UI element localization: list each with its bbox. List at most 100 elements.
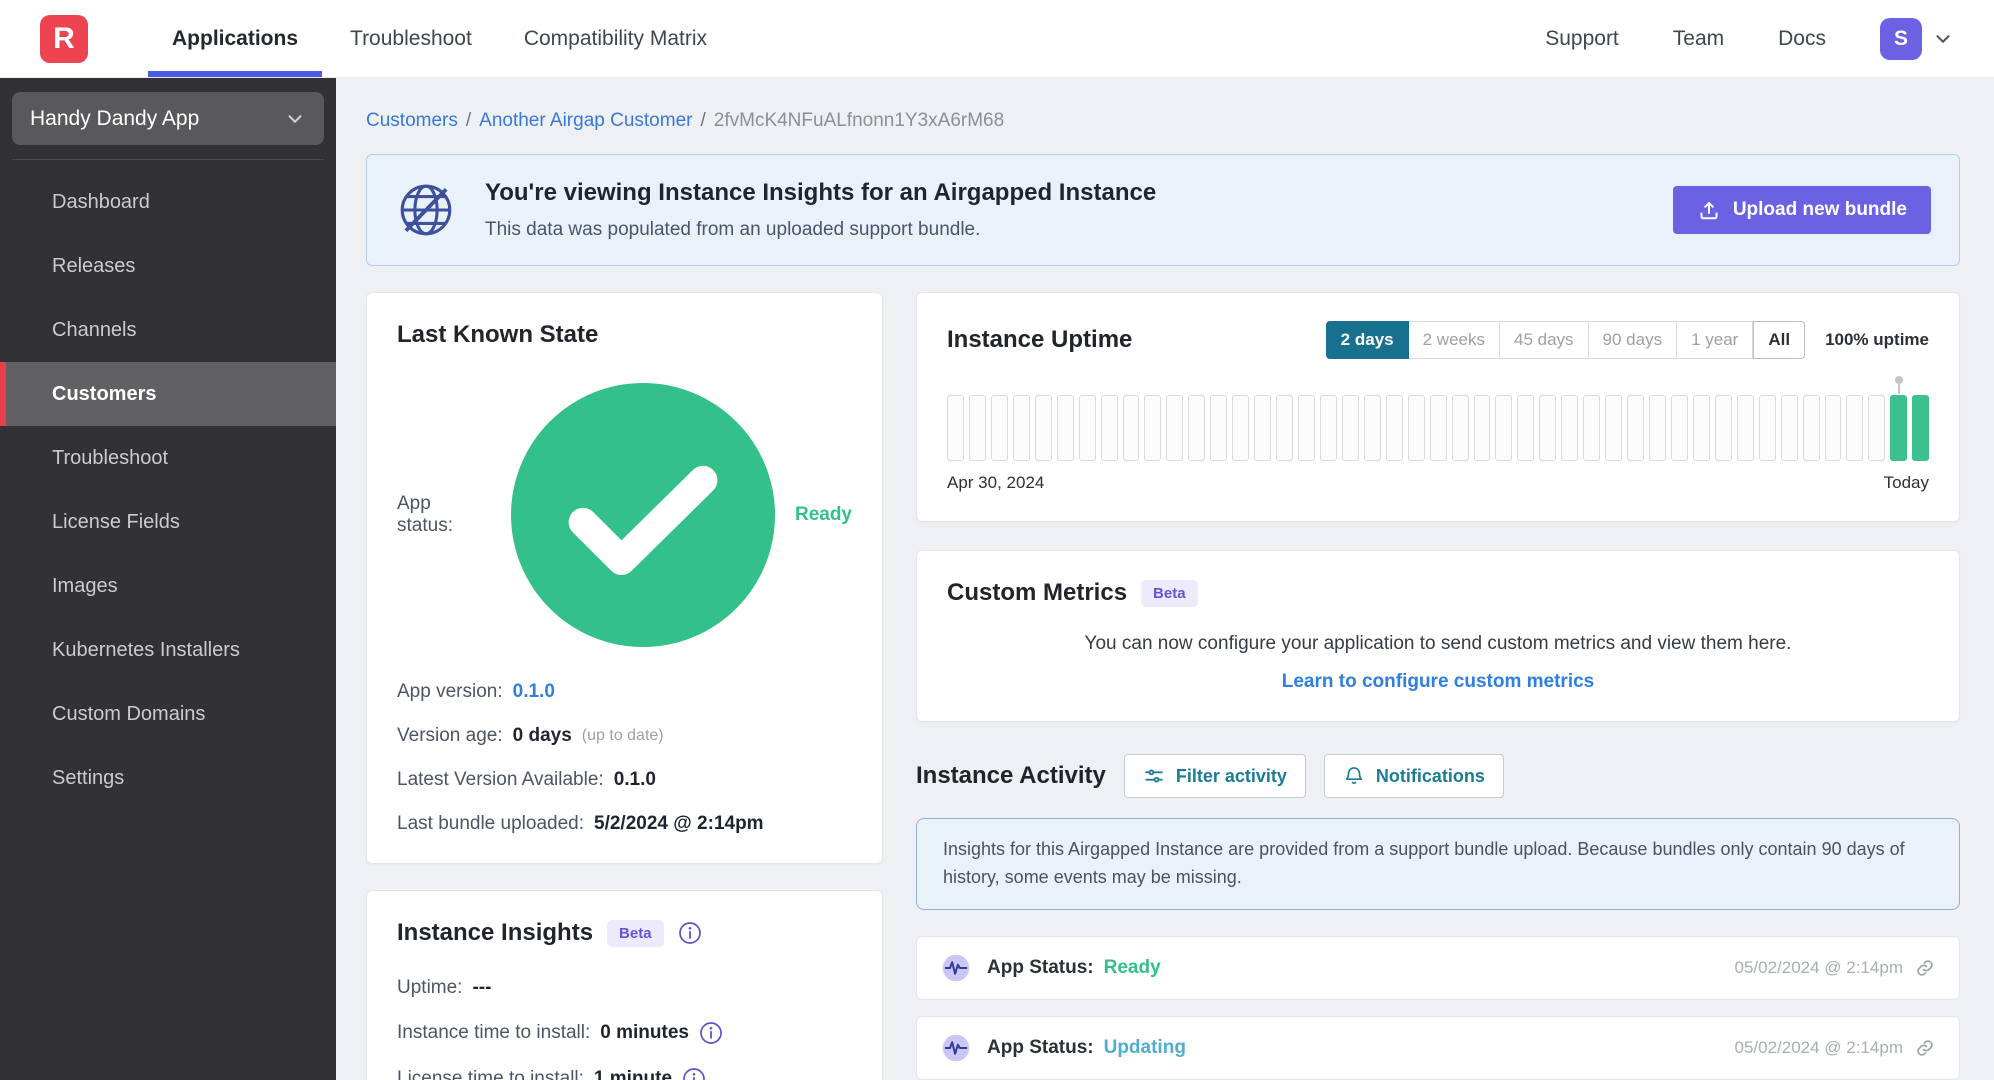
uptime-bar-empty[interactable]	[1824, 395, 1842, 461]
uptime-bar-empty[interactable]	[1868, 395, 1886, 461]
version-link[interactable]: 0.1.0	[513, 681, 555, 703]
uptime-bar-empty[interactable]	[1341, 395, 1359, 461]
uptime-bar-empty[interactable]	[1166, 395, 1184, 461]
sidebar-item-images[interactable]: Images	[0, 554, 336, 618]
notifications-button[interactable]: Notifications	[1323, 754, 1504, 798]
app-root: R Applications Troubleshoot Compatibility …	[0, 0, 1994, 1080]
kv-note: (up to date)	[581, 727, 664, 745]
uptime-bar-empty[interactable]	[1298, 395, 1315, 461]
uptime-bar-empty[interactable]	[1407, 395, 1425, 461]
tab-compatibility-matrix[interactable]: Compatibility Matrix	[498, 0, 733, 77]
uptime-bar-up[interactable]	[1890, 376, 1908, 461]
range-button-90-days[interactable]: 90 days	[1588, 321, 1678, 359]
range-button-2-weeks[interactable]: 2 weeks	[1408, 321, 1500, 359]
uptime-bar-empty[interactable]	[1780, 395, 1798, 461]
tab-applications[interactable]: Applications	[146, 0, 324, 77]
uptime-bar-empty[interactable]	[1802, 395, 1820, 461]
sidebar-item-channels[interactable]: Channels	[0, 298, 336, 362]
section-title: Instance Activity	[916, 762, 1106, 789]
kv-label: App version:	[397, 681, 503, 703]
range-button-45-days[interactable]: 45 days	[1499, 321, 1589, 359]
breadcrumb-segment[interactable]: Customers	[366, 110, 458, 131]
uptime-bar-empty[interactable]	[1758, 395, 1776, 461]
configure-custom-metrics-link[interactable]: Learn to configure custom metrics	[947, 671, 1929, 693]
uptime-bar-empty[interactable]	[1363, 395, 1381, 461]
uptime-bar-empty[interactable]	[1451, 395, 1469, 461]
uptime-bar-empty[interactable]	[1583, 395, 1601, 461]
uptime-bar-empty[interactable]	[1012, 395, 1030, 461]
range-button-all[interactable]: All	[1753, 321, 1806, 359]
avatar[interactable]: S	[1880, 17, 1922, 60]
uptime-bar-empty[interactable]	[1692, 395, 1710, 461]
uptime-bar-empty[interactable]	[1232, 395, 1250, 461]
uptime-bar-up[interactable]	[1912, 395, 1930, 461]
uptime-bar-empty[interactable]	[1056, 395, 1074, 461]
activity-row-right: 05/02/2024 @ 2:14pm	[1735, 1038, 1936, 1058]
uptime-bar-empty[interactable]	[1605, 395, 1623, 461]
breadcrumb-segment[interactable]: Another Airgap Customer	[479, 110, 692, 131]
uptime-bar-empty[interactable]	[1846, 395, 1864, 461]
sidebar-item-customers[interactable]: Customers	[0, 362, 336, 426]
uptime-bar-empty[interactable]	[1495, 395, 1513, 461]
uptime-bar-empty[interactable]	[1034, 395, 1052, 461]
nav-link-docs[interactable]: Docs	[1778, 27, 1826, 51]
uptime-bar-empty[interactable]	[990, 395, 1008, 461]
range-button-2-days[interactable]: 2 days	[1325, 321, 1409, 359]
range-button-1-year[interactable]: 1 year	[1677, 321, 1754, 359]
uptime-bar-empty[interactable]	[1473, 395, 1491, 461]
sidebar-item-settings[interactable]: Settings	[0, 746, 336, 810]
card-title: Instance Uptime	[947, 326, 1133, 353]
kv-label: Uptime:	[397, 977, 463, 999]
uptime-bar-empty[interactable]	[1627, 395, 1644, 461]
upload-new-bundle-button[interactable]: Upload new bundle	[1672, 186, 1931, 234]
kv-value: ---	[472, 977, 492, 999]
info-icon[interactable]	[699, 1021, 723, 1045]
info-icon[interactable]	[678, 921, 702, 945]
content-columns: Last Known State App status: Ready App ver…	[366, 292, 1960, 1080]
uptime-bar-empty[interactable]	[1649, 395, 1666, 461]
uptime-bar-empty[interactable]	[1561, 395, 1579, 461]
uptime-bar-empty[interactable]	[1517, 395, 1535, 461]
instance-activity-header: Instance Activity Filter activity Notifi…	[916, 754, 1960, 798]
tab-troubleshoot[interactable]: Troubleshoot	[324, 0, 498, 77]
uptime-bar-empty[interactable]	[968, 395, 986, 461]
uptime-bar-empty[interactable]	[1385, 395, 1403, 461]
uptime-bar-empty[interactable]	[1254, 395, 1272, 461]
replicated-logo[interactable]: R	[40, 14, 88, 63]
chart-start-label: Apr 30, 2024	[947, 473, 1045, 492]
sidebar-item-releases[interactable]: Releases	[0, 234, 336, 298]
link-icon[interactable]	[1915, 1038, 1935, 1058]
link-icon[interactable]	[1915, 958, 1935, 978]
filter-activity-button[interactable]: Filter activity	[1123, 754, 1306, 798]
kv-row: Last bundle uploaded: 5/2/2024 @ 2:14pm	[397, 813, 852, 835]
kv-label: License time to install:	[397, 1068, 584, 1080]
activity-label: App Status:	[987, 1036, 1094, 1058]
uptime-bar-empty[interactable]	[1188, 395, 1206, 461]
app-selector[interactable]: Handy Dandy App	[12, 92, 324, 145]
uptime-bar-empty[interactable]	[1429, 395, 1447, 461]
uptime-bar-empty[interactable]	[1670, 395, 1688, 461]
sidebar-item-troubleshoot[interactable]: Troubleshoot	[0, 426, 336, 490]
nav-link-team[interactable]: Team	[1673, 27, 1724, 51]
uptime-bar-empty[interactable]	[1078, 395, 1096, 461]
uptime-bar-empty[interactable]	[1276, 395, 1293, 461]
uptime-bar-empty[interactable]	[1714, 395, 1732, 461]
instance-insights-card: Instance Insights Beta Uptime: --- Instanc…	[366, 890, 883, 1080]
uptime-bar-empty[interactable]	[1736, 395, 1754, 461]
uptime-bar-empty[interactable]	[1210, 395, 1228, 461]
uptime-bar-empty[interactable]	[1539, 395, 1557, 461]
sidebar-item-dashboard[interactable]: Dashboard	[0, 170, 336, 234]
sidebar-item-license-fields[interactable]: License Fields	[0, 490, 336, 554]
sidebar-items: Dashboard Releases Channels Customers Troubl…	[0, 170, 336, 810]
info-icon[interactable]	[682, 1067, 706, 1080]
sidebar-item-kubernetes-installers[interactable]: Kubernetes Installers	[0, 618, 336, 682]
kv-label: Latest Version Available:	[397, 769, 604, 791]
sidebar-item-custom-domains[interactable]: Custom Domains	[0, 682, 336, 746]
uptime-bar-empty[interactable]	[947, 395, 964, 461]
uptime-bar-empty[interactable]	[1144, 395, 1162, 461]
nav-link-support[interactable]: Support	[1545, 27, 1619, 51]
uptime-bar-empty[interactable]	[1319, 395, 1337, 461]
account-menu[interactable]: S	[1880, 17, 1954, 60]
uptime-bar-empty[interactable]	[1122, 395, 1140, 461]
uptime-bar-empty[interactable]	[1100, 395, 1118, 461]
